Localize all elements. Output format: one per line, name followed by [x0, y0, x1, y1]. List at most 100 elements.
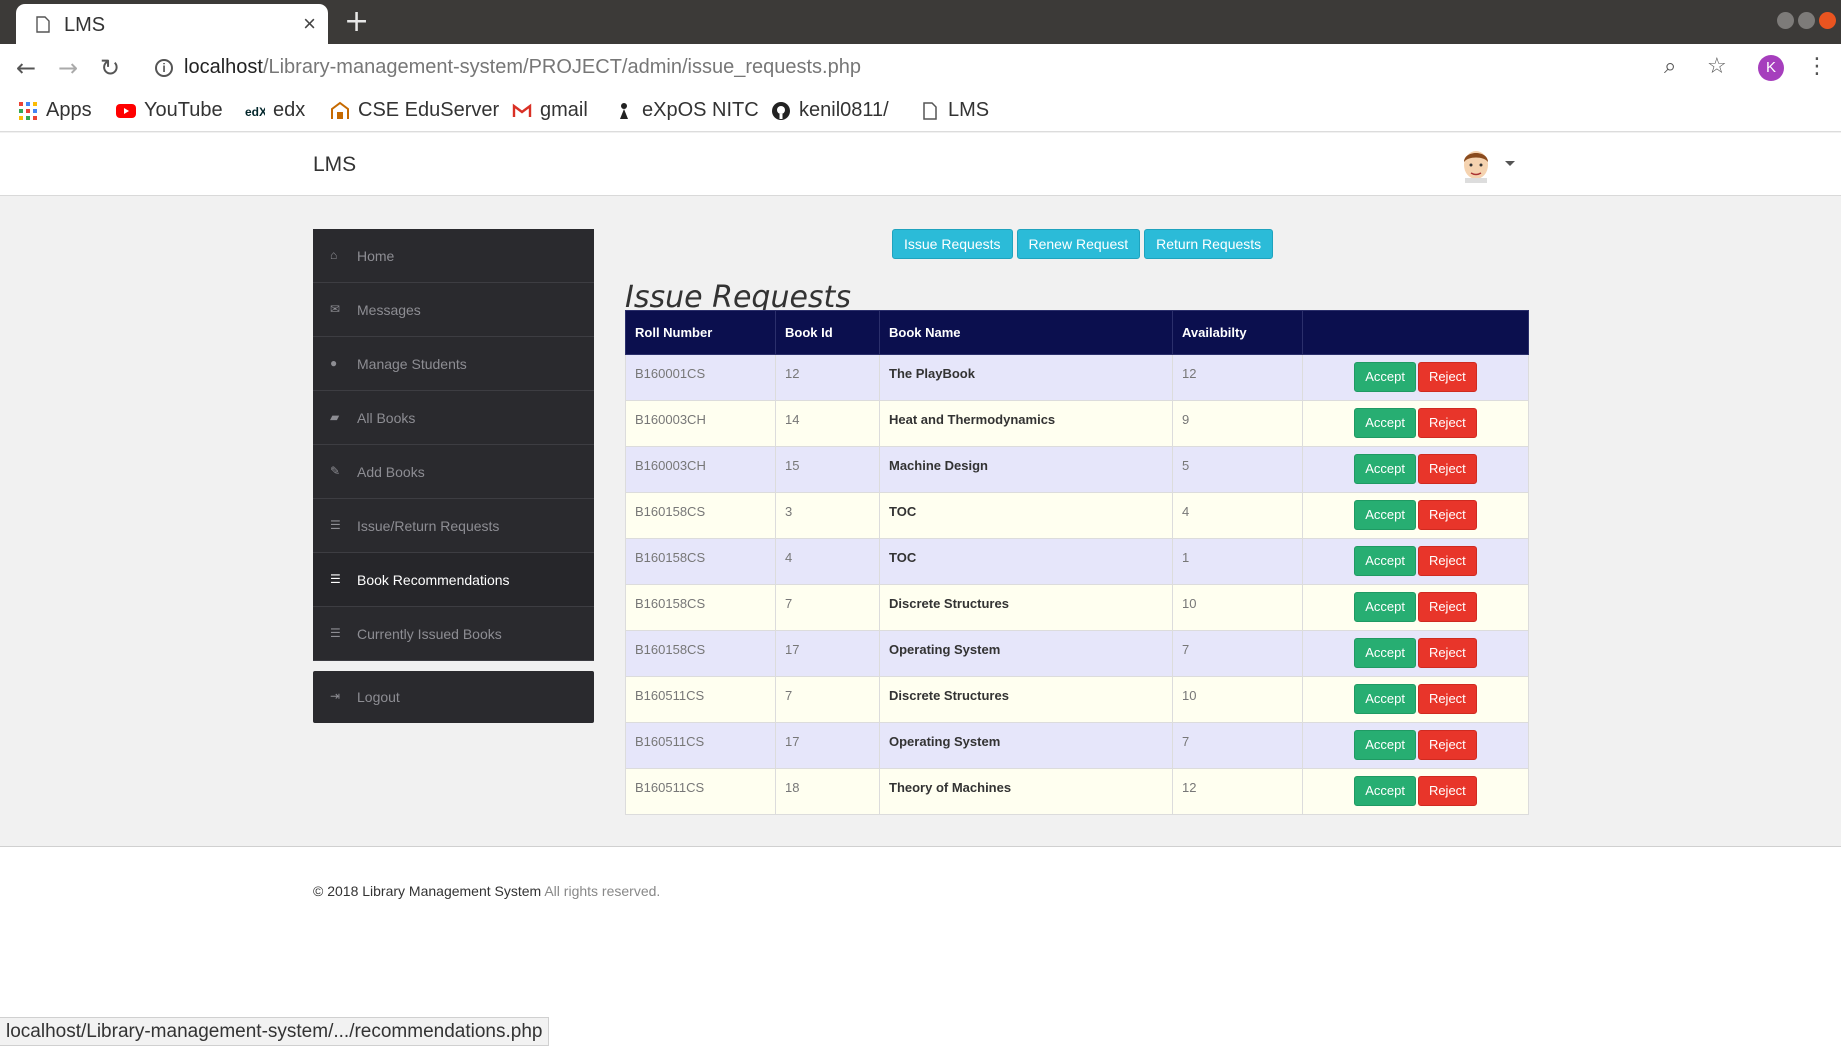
accept-button[interactable]: Accept [1354, 500, 1416, 530]
availability-cell: 1 [1172, 538, 1303, 585]
availability-cell: 10 [1172, 584, 1303, 631]
book-id-cell: 15 [775, 446, 880, 493]
roll-number-cell: B160511CS [625, 722, 776, 769]
apps-grid-icon [19, 101, 37, 120]
bookmark-lms[interactable]: LMS [920, 99, 989, 122]
maximize-icon[interactable] [1798, 12, 1815, 29]
browser-tab[interactable]: LMS × [16, 4, 328, 44]
edx-icon: edX [245, 105, 265, 119]
sidebar-item-messages[interactable]: ✉ Messages [313, 283, 594, 337]
reject-button[interactable]: Reject [1417, 592, 1477, 622]
bookmark-youtube[interactable]: YouTube [116, 99, 223, 122]
book-name-cell: Operating System [879, 630, 1173, 677]
book-id-cell: 4 [775, 538, 880, 585]
book-name-cell: Theory of Machines [879, 768, 1173, 815]
sidebar-item-add-books[interactable]: ✎ Add Books [313, 445, 594, 499]
user-icon: ● [330, 356, 338, 370]
forward-icon[interactable]: → [58, 54, 78, 82]
zoom-icon[interactable]: ⌕ [1664, 54, 1676, 79]
eduserver-icon [331, 101, 349, 119]
bookmark-apps[interactable]: Apps [18, 99, 92, 122]
renew-request-button[interactable]: Renew Request [1016, 229, 1141, 259]
actions-cell: Accept Reject [1302, 400, 1529, 447]
table-row: B160511CS 18 Theory of Machines 12 Accept Rej… [625, 768, 1529, 815]
brand-logo[interactable]: LMS [313, 153, 356, 177]
accept-button[interactable]: Accept [1354, 684, 1416, 714]
reject-button[interactable]: Reject [1417, 684, 1477, 714]
accept-button[interactable]: Accept [1354, 592, 1416, 622]
book-icon: ▰ [330, 410, 340, 424]
return-requests-button[interactable]: Return Requests [1144, 229, 1274, 259]
book-name-cell: The PlayBook [879, 354, 1173, 401]
actions-cell: Accept Reject [1302, 492, 1529, 539]
availability-cell: 7 [1172, 722, 1303, 769]
book-name-cell: Machine Design [879, 446, 1173, 493]
column-header [1302, 310, 1529, 355]
roll-number-cell: B160158CS [625, 492, 776, 539]
roll-number-cell: B160003CH [625, 400, 776, 447]
accept-button[interactable]: Accept [1354, 362, 1416, 392]
reject-button[interactable]: Reject [1417, 408, 1477, 438]
actions-cell: Accept Reject [1302, 722, 1529, 769]
roll-number-cell: B160001CS [625, 354, 776, 401]
back-icon[interactable]: ← [16, 54, 36, 82]
actions-cell: Accept Reject [1302, 446, 1529, 493]
window-close-icon[interactable] [1819, 12, 1836, 29]
roll-number-cell: B160158CS [625, 584, 776, 631]
sidebar-item-issue-return-requests[interactable]: ☰ Issue/Return Requests [313, 499, 594, 553]
user-avatar-icon[interactable] [1459, 145, 1493, 183]
menu-icon[interactable]: ⋮ [1806, 54, 1828, 79]
new-tab-button[interactable]: + [344, 4, 369, 39]
bookmark-gmail[interactable]: gmail [512, 99, 588, 122]
book-id-cell: 17 [775, 722, 880, 769]
sidebar-item-all-books[interactable]: ▰ All Books [313, 391, 594, 445]
availability-cell: 7 [1172, 630, 1303, 677]
reload-icon[interactable]: ↻ [100, 54, 120, 82]
tab-close-icon[interactable]: × [303, 11, 316, 37]
bookmark-edx[interactable]: edX edx [245, 99, 305, 122]
sidebar-item-manage-students[interactable]: ● Manage Students [313, 337, 594, 391]
minimize-icon[interactable] [1777, 12, 1794, 29]
svg-text:edX: edX [245, 105, 265, 119]
reject-button[interactable]: Reject [1417, 546, 1477, 576]
table-header-row: Roll Number Book Id Book Name Availabilt… [625, 310, 1529, 355]
profile-avatar[interactable]: K [1758, 55, 1784, 81]
bookmark-expos[interactable]: eXpOS NITC [614, 99, 759, 122]
reject-button[interactable]: Reject [1417, 500, 1477, 530]
book-id-cell: 14 [775, 400, 880, 447]
chevron-down-icon[interactable] [1505, 161, 1515, 166]
table-row: B160158CS 17 Operating System 7 Accept Reject [625, 630, 1529, 677]
accept-button[interactable]: Accept [1354, 454, 1416, 484]
site-info-icon[interactable]: i [155, 59, 173, 77]
accept-button[interactable]: Accept [1354, 546, 1416, 576]
reject-button[interactable]: Reject [1417, 638, 1477, 668]
book-id-cell: 12 [775, 354, 880, 401]
accept-button[interactable]: Accept [1354, 638, 1416, 668]
bookmark-github[interactable]: kenil0811/ [771, 99, 889, 122]
book-name-cell: TOC [879, 492, 1173, 539]
sidebar-item-currently-issued-books[interactable]: ☰ Currently Issued Books [313, 607, 594, 661]
reject-button[interactable]: Reject [1417, 454, 1477, 484]
table-row: B160511CS 17 Operating System 7 Accept Reject [625, 722, 1529, 769]
star-icon[interactable]: ☆ [1707, 54, 1727, 79]
reject-button[interactable]: Reject [1417, 730, 1477, 760]
sidebar-item-book-recommendations[interactable]: ☰ Book Recommendations [313, 553, 594, 607]
column-header: Availabilty [1172, 310, 1303, 355]
accept-button[interactable]: Accept [1354, 408, 1416, 438]
sidebar-item-home[interactable]: ⌂ Home [313, 229, 594, 283]
book-name-cell: Discrete Structures [879, 584, 1173, 631]
reject-button[interactable]: Reject [1417, 776, 1477, 806]
list-icon: ☰ [330, 572, 341, 586]
reject-button[interactable]: Reject [1417, 362, 1477, 392]
availability-cell: 9 [1172, 400, 1303, 447]
logout-button[interactable]: ⇥ Logout [313, 671, 594, 723]
roll-number-cell: B160511CS [625, 768, 776, 815]
issue-requests-button[interactable]: Issue Requests [892, 229, 1013, 259]
inbox-icon: ✉ [330, 302, 341, 316]
table-row: B160511CS 7 Discrete Structures 10 Accept Rej… [625, 676, 1529, 723]
accept-button[interactable]: Accept [1354, 730, 1416, 760]
accept-button[interactable]: Accept [1354, 776, 1416, 806]
bookmark-cse-eduserver[interactable]: CSE EduServer [330, 99, 499, 122]
book-name-cell: Discrete Structures [879, 676, 1173, 723]
address-bar[interactable]: localhost/Library-management-system/PROJ… [184, 56, 861, 79]
